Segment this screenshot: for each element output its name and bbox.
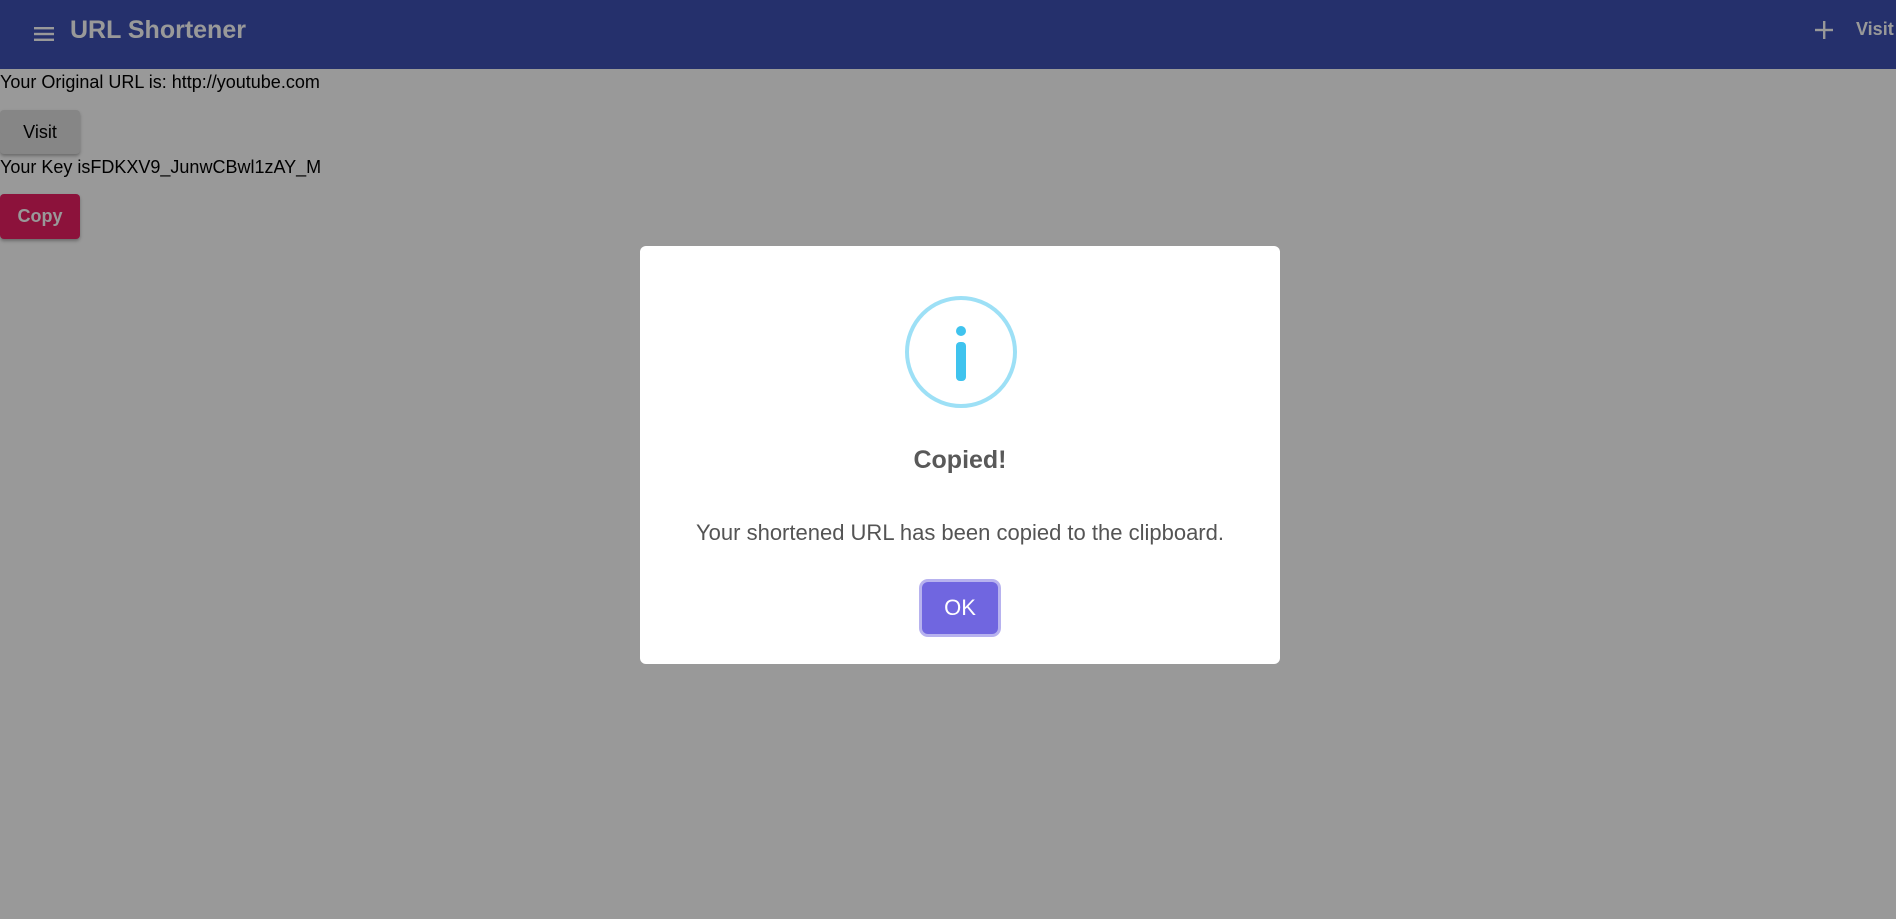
info-icon (905, 296, 1017, 408)
ok-button[interactable]: OK (922, 582, 998, 634)
page: URL Shortener Visit Your Original URL is… (0, 0, 1896, 919)
modal-overlay[interactable]: Copied! Your shortened URL has been copi… (0, 0, 1896, 919)
copied-dialog: Copied! Your shortened URL has been copi… (640, 246, 1280, 664)
info-icon-dot (956, 326, 966, 336)
info-icon-stem (956, 342, 966, 381)
dialog-title: Copied! (913, 446, 1007, 474)
dialog-message: Your shortened URL has been copied to th… (696, 520, 1224, 545)
